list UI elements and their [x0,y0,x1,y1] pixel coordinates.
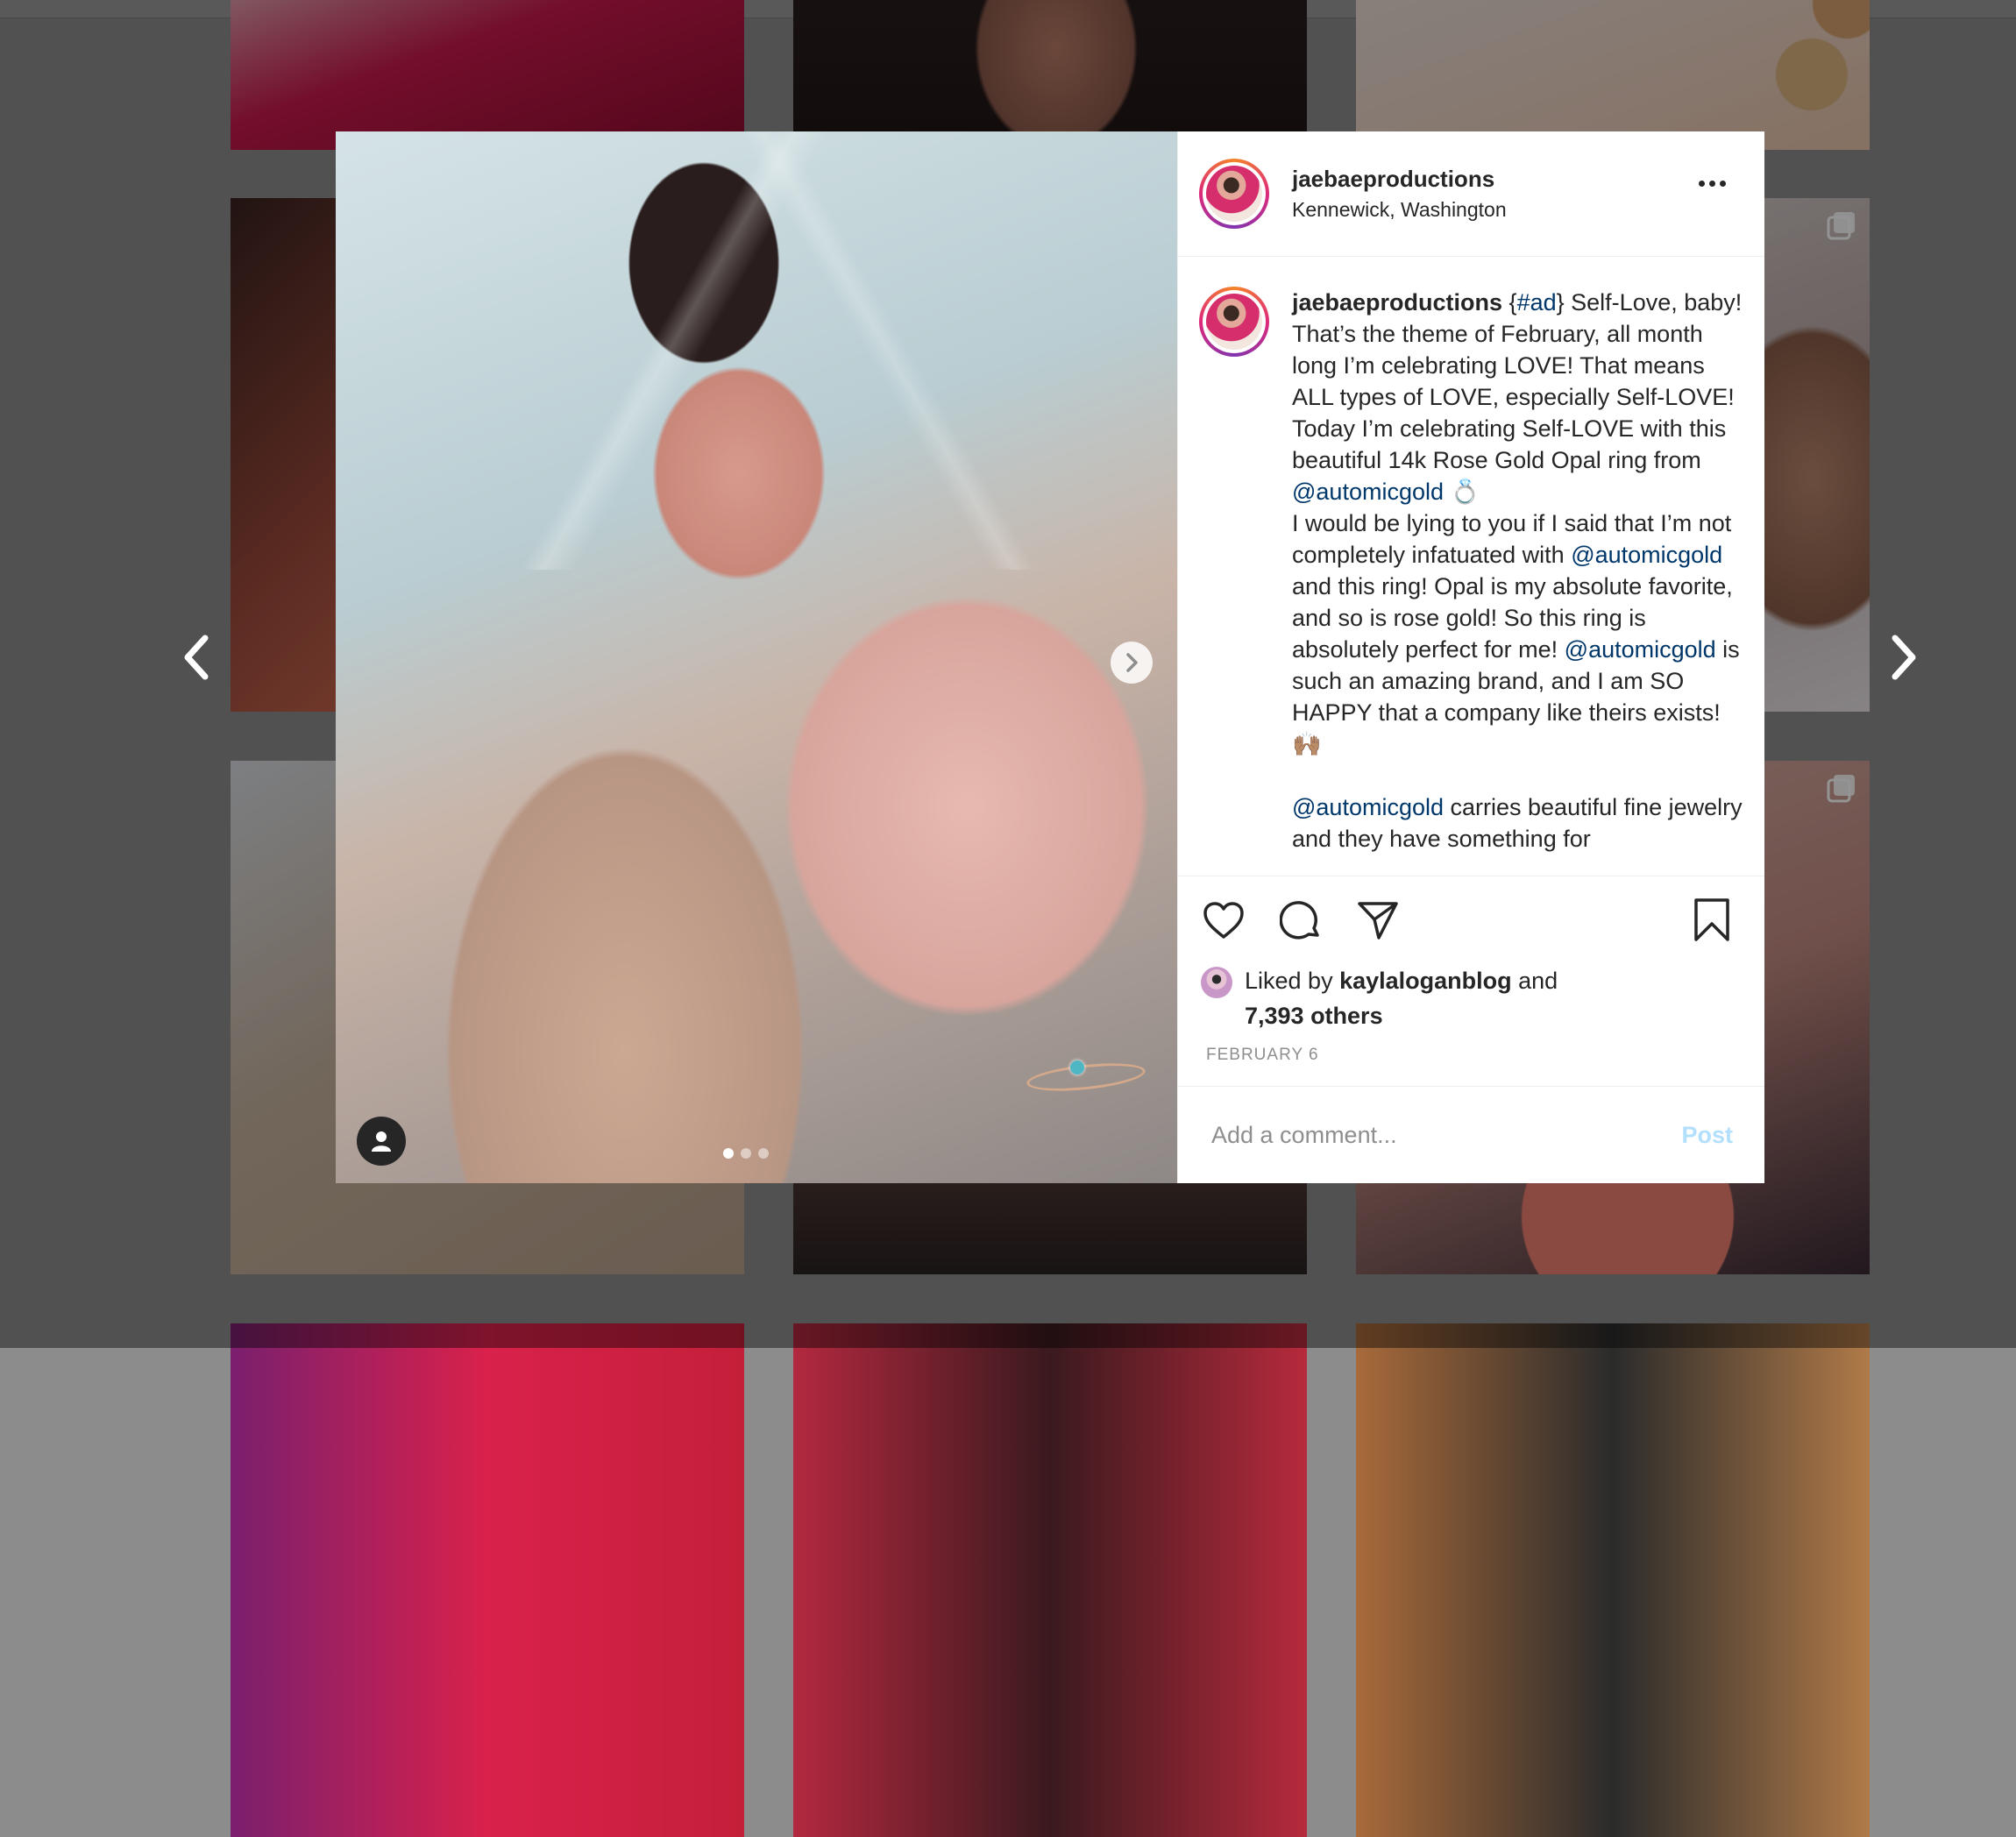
caption-section: jaebaeproductions {#ad} Self-Love, baby!… [1178,257,1764,876]
previous-post-button[interactable] [170,631,223,684]
comment-bubble-icon [1280,900,1319,940]
chevron-left-icon [184,635,209,680]
avatar-image [1206,166,1262,222]
post-header: jaebaeproductions Kennewick, Washington [1178,131,1764,257]
carousel-dot [741,1148,751,1159]
likes-others-count[interactable]: 7,393 others [1245,1003,1383,1029]
liked-by-suffix: and [1511,968,1558,994]
user-tag-icon [372,1131,391,1152]
like-button[interactable] [1201,897,1246,943]
comment-input[interactable] [1210,1120,1682,1150]
caption-mention-link[interactable]: @automicgold [1292,794,1444,820]
tagged-users-button[interactable] [357,1117,406,1166]
avatar-image [1206,294,1262,350]
share-button[interactable] [1355,897,1401,943]
post-date[interactable]: FEBRUARY 6 [1178,1033,1764,1087]
grid-post-12[interactable] [1356,1323,1870,1837]
avatar[interactable] [1199,159,1269,229]
caption-username[interactable]: jaebaeproductions [1292,289,1502,316]
caption-mention-link[interactable]: #ad [1517,289,1557,316]
grid-post-10[interactable] [231,1323,744,1837]
post-username[interactable]: jaebaeproductions [1292,166,1507,193]
more-options-icon[interactable] [1699,181,1726,187]
chevron-right-icon [1892,635,1916,680]
paper-plane-icon [1358,901,1398,940]
post-caption: jaebaeproductions {#ad} Self-Love, baby!… [1292,287,1743,876]
caption-text: } Self-Love, baby! That’s the theme of F… [1292,289,1743,473]
next-post-button[interactable] [1878,631,1930,684]
heart-icon [1203,901,1244,939]
post-comment-button[interactable]: Post [1681,1122,1733,1149]
media-ring [1025,1058,1147,1096]
liked-by-prefix: Liked by [1245,968,1340,994]
comment-button[interactable] [1278,897,1324,943]
media-background [336,131,1177,570]
action-bar [1178,876,1764,963]
grid-post-11[interactable] [793,1323,1307,1837]
caption-mention-link[interactable]: @automicgold [1292,479,1444,505]
caption-mention-link[interactable]: @automicgold [1565,636,1716,663]
post-media[interactable] [336,131,1177,1183]
chevron-right-icon [1126,653,1138,672]
media-ring-gem [1070,1060,1084,1075]
liker-avatar[interactable] [1201,967,1232,998]
liker-username[interactable]: kaylaloganblog [1339,968,1512,994]
carousel-dot [758,1148,769,1159]
post-location[interactable]: Kennewick, Washington [1292,198,1507,222]
caption-text: 💍 [1444,479,1480,505]
post-side-panel: jaebaeproductions Kennewick, Washington … [1177,131,1764,1183]
caption-mention-link[interactable]: @automicgold [1571,542,1722,568]
comment-composer: Post [1178,1087,1764,1183]
bookmark-icon[interactable] [1689,897,1735,943]
caption-text: { [1502,289,1517,316]
carousel-indicator [723,1148,769,1159]
carousel-next-button[interactable] [1111,642,1153,684]
caption-avatar[interactable] [1199,287,1269,357]
post-modal: jaebaeproductions Kennewick, Washington … [336,131,1764,1183]
likes-summary: Liked by kaylaloganblog and 7,393 others [1178,963,1764,1033]
carousel-dot [723,1148,734,1159]
